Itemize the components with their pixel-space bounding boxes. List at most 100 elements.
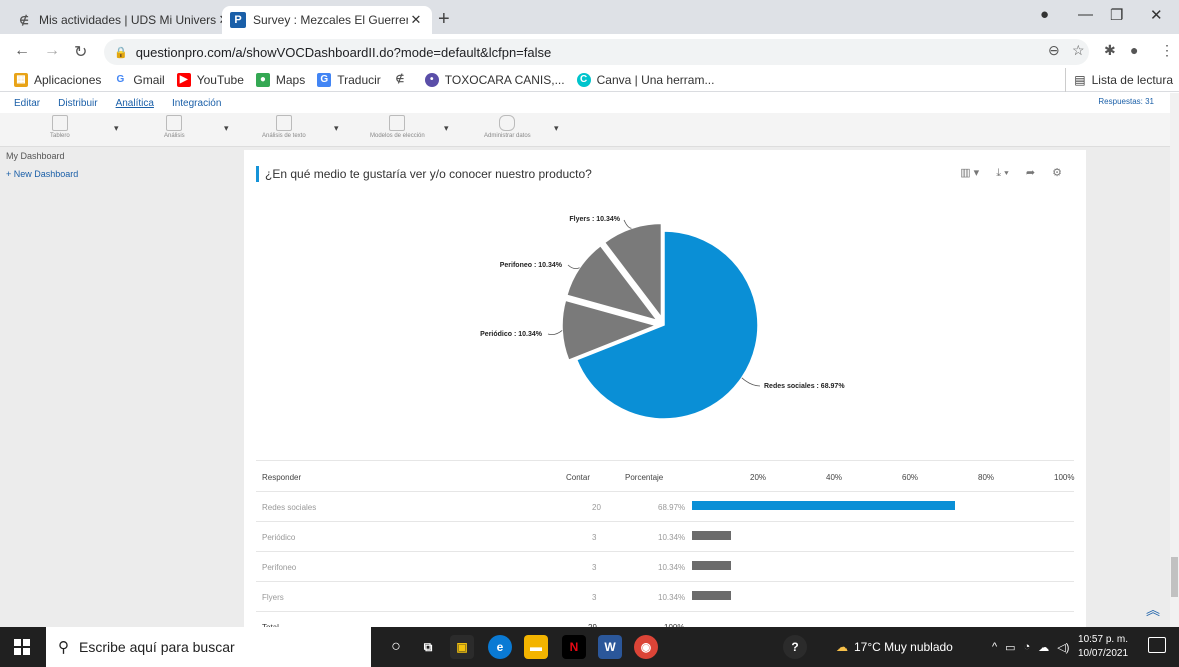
scale-100: 100% [1054,473,1075,482]
extensions-icon[interactable]: ✱ [1104,42,1116,59]
chevron-down-icon[interactable]: ▾ [334,123,339,134]
bookmark-uds[interactable]: ∉ [392,72,413,87]
bookmark-apps[interactable]: ▦ Aplicaciones [14,72,101,87]
bookmarks-bar: ▦ Aplicaciones G Gmail ▶ YouTube ● Maps G Tra… [0,68,1179,92]
row-count: 3 [592,533,597,542]
pie-leader-line [567,264,580,269]
netflix-icon[interactable]: N [562,635,586,659]
scroll-top-icon[interactable]: ︽ [1146,600,1160,620]
reload-icon[interactable]: ↻ [74,42,87,62]
bookmark-canva[interactable]: C Canva | Una herram... [576,72,714,87]
row-percent: 10.34% [658,593,686,602]
analytics-toolbar: Tablero ▾ Análisis ▾ Análisis de texto ▾… [0,113,1170,147]
row-percent: 10.34% [658,563,686,572]
back-arrow-icon[interactable]: ← [14,42,30,60]
toolbar-tablero[interactable]: Tablero [50,115,70,139]
menu-distribuir[interactable]: Distribuir [58,98,97,109]
row-count: 3 [592,593,597,602]
chevron-down-icon[interactable]: ▾ [444,123,449,134]
tray-network-icon[interactable]: ◔ [1024,641,1031,653]
row-bar [692,531,732,540]
page-scrollbar[interactable] [1170,93,1179,627]
address-bar-row: ← → ↻ 🔒 questionpro.com/a/showVOCDashboa… [0,34,1179,68]
search-icon: ⚲ [58,639,69,656]
table-row: Redes sociales 20 68.97% [256,492,1074,522]
sidebar-item-new-dashboard[interactable]: + New Dashboard [0,165,135,183]
tab-survey[interactable]: P Survey : Mezcales El Guerrerense ✕ [222,6,432,34]
windows-start-icon[interactable] [14,639,30,655]
pie-label: Perifoneo : 10.34% [500,262,563,269]
chevron-down-icon[interactable]: ▾ [224,123,229,134]
bookmark-star-icon[interactable]: ☆ [1072,42,1085,59]
bookmark-toxocara[interactable]: • TOXOCARA CANIS,... [424,72,565,87]
tray-volume-icon[interactable]: ◁) [1057,641,1069,654]
taskbar-clock[interactable]: 10:57 p. m. 10/07/2021 [1078,633,1128,661]
close-tab-icon[interactable]: ✕ [408,12,424,28]
task-view-icon[interactable]: ⧉ [416,635,440,659]
profile-dot-icon[interactable]: ● [1040,6,1049,23]
questionpro-favicon-icon: P [230,12,246,28]
scrollbar-thumb[interactable] [1171,557,1178,597]
toolbar-analisis-texto[interactable]: Análisis de texto [262,115,306,139]
url-field[interactable]: 🔒 questionpro.com/a/showVOCDashboardII.d… [104,39,1089,65]
url-text: questionpro.com/a/showVOCDashboardII.do?… [135,44,552,60]
toolbar-modelos[interactable]: Modelos de elección [370,115,425,139]
analysis-chart-icon [166,115,183,131]
header-porcentaje: Porcentaje [625,473,664,482]
new-tab-plus-icon[interactable]: + [438,8,450,31]
pie-label: Redes sociales : 68.97% [764,383,845,390]
sidebar-item-my-dashboard[interactable]: My Dashboard [0,147,135,165]
toolbar-analisis[interactable]: Análisis [164,115,185,139]
scale-40: 40% [826,473,843,482]
reading-list-button[interactable]: ▤ Lista de lectura [1065,68,1173,92]
weather-widget[interactable]: ☁ 17°C Muy nublado [836,627,953,667]
chevron-down-icon[interactable]: ▾ [114,123,119,134]
zoom-icon[interactable]: ⊖ [1048,42,1060,59]
file-explorer-icon[interactable]: ▬ [524,635,548,659]
translate-icon: G [317,72,332,87]
chrome-icon[interactable]: ◉ [634,635,658,659]
taskbar-search[interactable]: ⚲ Escribe aquí para buscar [46,627,371,667]
youtube-icon: ▶ [176,72,191,87]
bookmark-maps[interactable]: ● Maps [255,72,305,87]
profile-icon[interactable]: ● [1130,42,1138,58]
tab-mis-actividades[interactable]: ∉ Mis actividades | UDS Mi Univers ✕ [8,6,240,34]
row-label: Periódico [262,533,296,542]
text-analysis-icon [275,115,292,131]
table-row: Perifoneo 3 10.34% [256,552,1074,582]
lock-icon: 🔒 [114,46,128,59]
table-header: Responder Contar Porcentaje 20% 40% 60% … [256,460,1074,492]
scale-20: 20% [750,473,767,482]
row-label: Redes sociales [262,503,317,512]
toolbar-administrar[interactable]: Administrar datos [484,115,531,139]
cortana-circle-icon[interactable]: ○ [384,635,408,659]
restore-icon[interactable]: ❐ [1110,6,1123,24]
apps-grid-icon: ▦ [14,72,28,87]
tray-cloud-icon[interactable]: ☁ [1038,641,1049,654]
chevron-down-icon[interactable]: ▾ [554,123,559,134]
minimize-icon[interactable]: — [1078,6,1093,23]
word-icon[interactable]: W [598,635,622,659]
responses-count[interactable]: Respuestas: 31 [1098,97,1154,106]
menu-editar[interactable]: Editar [14,98,40,109]
menu-analitica[interactable]: Analítica [116,98,154,109]
close-window-icon[interactable]: ✕ [1150,6,1163,24]
store-icon[interactable]: ▣ [450,635,474,659]
help-icon[interactable]: ? [783,635,807,659]
browser-tabstrip: ∉ Mis actividades | UDS Mi Univers ✕ P S… [0,0,1179,34]
system-tray: ^ ▭ ◔ ☁ ◁) [992,627,1069,667]
tray-chevron-up-icon[interactable]: ^ [992,641,997,653]
menu-kebab-icon[interactable]: ⋮ [1160,42,1174,59]
bookmark-traducir[interactable]: G Traducir [317,72,381,87]
uds-favicon-icon: ∉ [19,14,29,27]
forward-arrow-icon[interactable]: → [44,42,60,60]
pie-leader-line [741,377,761,387]
notifications-icon[interactable] [1148,637,1166,653]
header-contar: Contar [566,473,591,482]
menu-integracion[interactable]: Integración [172,98,221,109]
maps-pin-icon: ● [255,72,270,87]
edge-icon[interactable]: e [488,635,512,659]
bookmark-gmail[interactable]: G Gmail [113,72,165,87]
tray-battery-icon[interactable]: ▭ [1005,641,1015,654]
bookmark-youtube[interactable]: ▶ YouTube [176,72,244,87]
